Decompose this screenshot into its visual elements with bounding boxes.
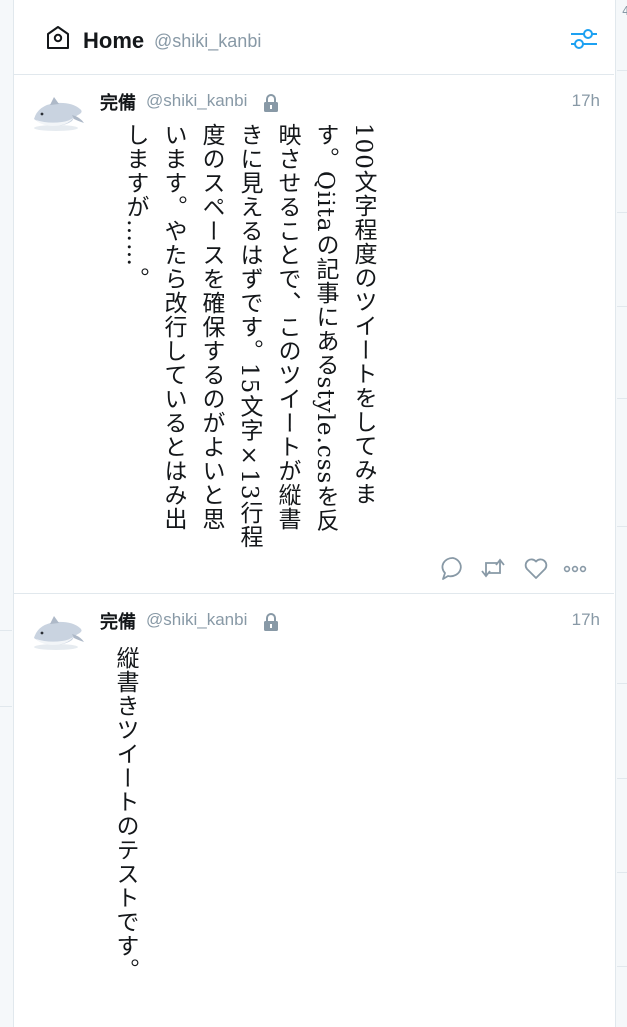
tweet-actions [440, 555, 600, 583]
divider [617, 526, 627, 527]
avatar[interactable] [28, 612, 86, 652]
home-icon [47, 26, 69, 49]
lock-icon [264, 94, 278, 112]
divider [617, 398, 627, 399]
divider [617, 70, 627, 71]
tweet-text: 100文字程度のツイートをしてみます。Qiitaの記事にあるstyle.cssを… [122, 123, 376, 549]
column-header: Home @shiki_kanbi [14, 0, 614, 75]
tweet[interactable]: 完備 @shiki_kanbi 17h 縦書きツイートのテストです。 [14, 594, 614, 1027]
tweet-handle[interactable]: @shiki_kanbi [146, 610, 247, 630]
divider [617, 872, 627, 873]
retweet-icon[interactable] [480, 555, 506, 581]
tweet-text: 縦書きツイートのテストです。 [112, 646, 138, 982]
tweet[interactable]: 完備 @shiki_kanbi 17h 100文字程度のツイートをしてみます。Q… [14, 75, 614, 594]
divider [617, 966, 627, 967]
tweet-author[interactable]: 完備 [100, 608, 136, 634]
divider [617, 212, 627, 213]
divider [617, 306, 627, 307]
reply-icon[interactable] [440, 555, 466, 581]
left-column-edge [0, 0, 14, 1027]
tweet-time[interactable]: 17h [572, 610, 600, 630]
column-handle: @shiki_kanbi [154, 31, 262, 51]
tweet-handle[interactable]: @shiki_kanbi [146, 91, 247, 111]
column-index-right: 4 [622, 4, 627, 18]
more-icon[interactable] [562, 555, 588, 581]
tweet-author[interactable]: 完備 [100, 89, 136, 115]
divider [617, 778, 627, 779]
column-title: Home [83, 28, 145, 53]
divider [0, 630, 12, 631]
home-column: Home @shiki_kanbi 完備 @shiki_kanbi 17h 10… [14, 0, 614, 1027]
lock-icon [264, 613, 278, 631]
divider [617, 683, 627, 684]
sliders-icon[interactable] [568, 24, 600, 54]
like-icon[interactable] [523, 555, 549, 581]
avatar[interactable] [28, 93, 86, 133]
divider [0, 706, 12, 707]
tweet-time[interactable]: 17h [572, 91, 600, 111]
